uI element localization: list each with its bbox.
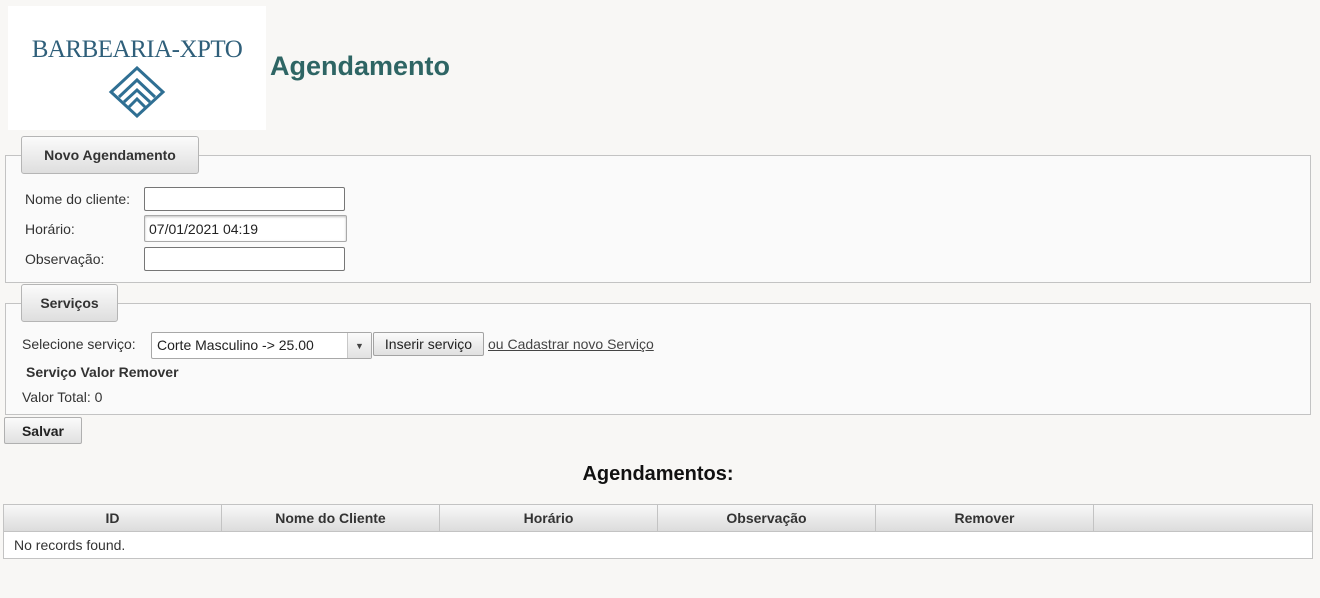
salvar-button[interactable]: Salvar bbox=[4, 417, 82, 444]
servicos-legend-toggle[interactable]: Serviços bbox=[21, 284, 118, 322]
chevron-down-icon[interactable]: ▼ bbox=[347, 333, 371, 358]
servicos-columns-header: Serviço Valor Remover bbox=[26, 364, 179, 380]
observacao-input[interactable] bbox=[144, 247, 345, 271]
observacao-label: Observação: bbox=[25, 251, 105, 267]
agendamentos-table: ID Nome do Cliente Horário Observação Re… bbox=[3, 504, 1313, 559]
inserir-servico-button[interactable]: Inserir serviço bbox=[373, 332, 484, 356]
horario-label: Horário: bbox=[25, 221, 75, 237]
servico-select[interactable]: Corte Masculino -> 25.00 ▼ bbox=[151, 332, 372, 359]
column-header-id[interactable]: ID bbox=[4, 505, 222, 531]
page-title: Agendamento bbox=[270, 51, 451, 81]
valor-total: Valor Total: 0 bbox=[22, 389, 103, 405]
layered-diamond-logo-icon bbox=[108, 66, 166, 118]
servicos-panel bbox=[5, 303, 1311, 415]
horario-datetime-input[interactable] bbox=[144, 215, 347, 242]
table-header: ID Nome do Cliente Horário Observação Re… bbox=[4, 505, 1312, 532]
logo: BARBEARIA-XPTO bbox=[8, 6, 266, 130]
column-header-empty bbox=[1094, 505, 1312, 531]
empty-message-row: No records found. bbox=[14, 537, 126, 553]
selecione-servico-label: Selecione serviço: bbox=[22, 336, 136, 352]
cadastrar-servico-link[interactable]: ou Cadastrar novo Serviço bbox=[488, 336, 654, 352]
column-header-remover[interactable]: Remover bbox=[876, 505, 1094, 531]
servico-select-value: Corte Masculino -> 25.00 bbox=[157, 337, 314, 353]
nome-cliente-input[interactable] bbox=[144, 187, 345, 211]
column-header-observacao[interactable]: Observação bbox=[658, 505, 876, 531]
novo-agendamento-legend-toggle[interactable]: Novo Agendamento bbox=[21, 136, 199, 174]
logo-text: BARBEARIA-XPTO bbox=[31, 36, 243, 63]
agendamentos-title: Agendamentos: bbox=[582, 463, 734, 485]
column-header-nome-cliente[interactable]: Nome do Cliente bbox=[222, 505, 440, 531]
column-header-horario[interactable]: Horário bbox=[440, 505, 658, 531]
nome-cliente-label: Nome do cliente: bbox=[25, 191, 131, 207]
